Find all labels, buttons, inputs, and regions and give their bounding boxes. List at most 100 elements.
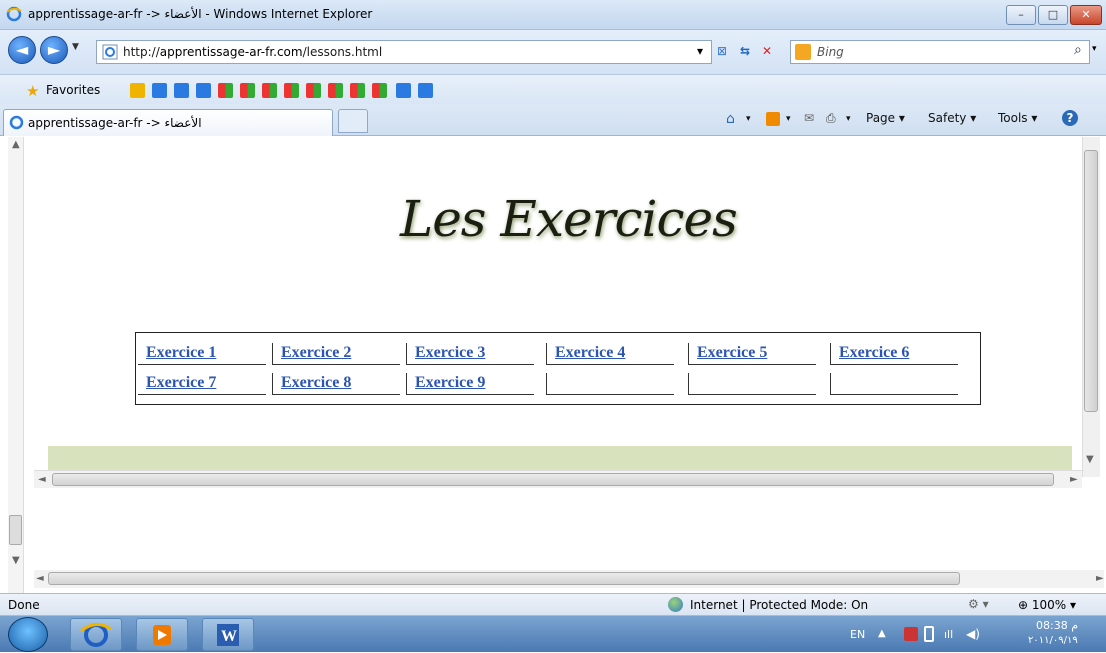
- frame-scroll-down-icon[interactable]: ▼: [1086, 454, 1094, 465]
- close-button[interactable]: ✕: [1070, 5, 1102, 25]
- tray-expand-icon[interactable]: ▲: [878, 628, 886, 639]
- exercise-link-1[interactable]: Exercice 1: [138, 343, 266, 365]
- clock-time[interactable]: 08:38 م: [1036, 619, 1078, 632]
- tools-menu[interactable]: Tools ▾: [998, 111, 1037, 125]
- exercise-table: Exercice 1 Exercice 2 Exercice 3 Exercic…: [135, 332, 981, 405]
- google-favorite-icon[interactable]: [218, 83, 233, 98]
- internet-zone-icon: [668, 597, 683, 612]
- google-favorite-icon[interactable]: [240, 83, 255, 98]
- signal-icon[interactable]: ıll: [944, 628, 953, 641]
- ie-favorite-icon[interactable]: [418, 83, 433, 98]
- frame-vertical-thumb[interactable]: [1084, 150, 1098, 412]
- forward-button[interactable]: ►: [40, 36, 68, 64]
- add-favorite-icon[interactable]: [130, 83, 145, 98]
- zoom-value: 100%: [1031, 598, 1067, 612]
- scroll-up-icon[interactable]: ▲: [12, 139, 20, 150]
- footer-band: [48, 446, 1072, 470]
- navigation-bar: ◄ ► ▼ http://apprentissage-ar-fr.com/les…: [0, 30, 1106, 74]
- exercise-link-3[interactable]: Exercice 3: [406, 343, 534, 365]
- taskbar-media-player-button[interactable]: [136, 618, 188, 651]
- search-options-icon[interactable]: ▾: [1092, 44, 1097, 54]
- taskbar-ie-button[interactable]: [70, 618, 122, 651]
- protected-mode-icon[interactable]: ⚙ ▾: [968, 597, 989, 611]
- taskbar-word-button[interactable]: W: [202, 618, 254, 651]
- bing-icon: [795, 44, 811, 60]
- search-placeholder: Bing: [817, 45, 844, 59]
- empty-cell: [830, 373, 958, 395]
- google-favorite-icon[interactable]: [284, 83, 299, 98]
- search-icon[interactable]: ⌕: [1074, 42, 1082, 58]
- network-warning-icon[interactable]: [904, 627, 918, 641]
- new-tab-button[interactable]: [338, 109, 368, 133]
- battery-icon[interactable]: [924, 626, 934, 642]
- print-icon[interactable]: ⎙: [826, 111, 836, 126]
- print-dropdown-icon[interactable]: ▾: [846, 114, 851, 124]
- favorites-star-icon[interactable]: ★: [26, 82, 39, 100]
- exercise-link-7[interactable]: Exercice 7: [138, 373, 266, 395]
- back-button[interactable]: ◄: [8, 36, 36, 64]
- minimize-button[interactable]: –: [1006, 5, 1036, 25]
- address-bar[interactable]: http://apprentissage-ar-fr.com/lessons.h…: [96, 40, 712, 64]
- clock-date[interactable]: ٢٠١١/٠٩/١٩: [1028, 635, 1078, 646]
- refresh-icon[interactable]: ⇆: [735, 41, 755, 61]
- page-logo: Les Exercices: [400, 190, 738, 248]
- outer-scroll-right-icon[interactable]: ►: [1096, 573, 1104, 584]
- exercise-link-9[interactable]: Exercice 9: [406, 373, 534, 395]
- page-menu[interactable]: Page ▾: [866, 111, 905, 125]
- tab-current[interactable]: apprentissage-ar-fr -> الأعضاء: [3, 109, 333, 136]
- status-bar: Done Internet | Protected Mode: On ⚙ ▾ ⊕…: [0, 593, 1106, 615]
- outer-scroll-left-icon[interactable]: ◄: [36, 573, 44, 584]
- compatibility-view-icon[interactable]: ⊠: [712, 41, 732, 61]
- search-box[interactable]: Bing: [790, 40, 1090, 64]
- security-zone-label[interactable]: Internet | Protected Mode: On: [690, 598, 868, 612]
- address-url[interactable]: http://apprentissage-ar-fr.com/lessons.h…: [123, 45, 382, 59]
- volume-icon[interactable]: ◀): [966, 627, 980, 641]
- outer-horizontal-thumb[interactable]: [48, 572, 960, 585]
- ie-logo-icon: [6, 6, 22, 22]
- frame-scroll-left-icon[interactable]: ◄: [38, 474, 46, 485]
- tab-label: apprentissage-ar-fr -> الأعضاء: [28, 116, 202, 130]
- google-favorite-icon[interactable]: [372, 83, 387, 98]
- exercise-link-6[interactable]: Exercice 6: [830, 343, 958, 365]
- home-icon[interactable]: ⌂: [726, 111, 735, 127]
- scroll-down-icon[interactable]: ▼: [12, 555, 20, 566]
- zoom-level[interactable]: ⊕ 100% ▾: [1018, 598, 1076, 612]
- google-favorite-icon[interactable]: [262, 83, 277, 98]
- stop-icon[interactable]: ✕: [757, 41, 777, 61]
- language-indicator[interactable]: EN: [850, 628, 865, 641]
- favorites-button[interactable]: Favorites: [46, 83, 100, 97]
- start-button[interactable]: [8, 617, 48, 652]
- frame-scroll-right-icon[interactable]: ►: [1070, 474, 1078, 485]
- ie-favorite-icon[interactable]: [174, 83, 189, 98]
- ie-favorite-icon[interactable]: [396, 83, 411, 98]
- feeds-icon[interactable]: [766, 112, 780, 126]
- exercise-link-2[interactable]: Exercice 2: [272, 343, 400, 365]
- google-favorite-icon[interactable]: [306, 83, 321, 98]
- feeds-dropdown-icon[interactable]: ▾: [786, 114, 791, 124]
- ie-favorite-icon[interactable]: [152, 83, 167, 98]
- outer-vertical-scrollbar[interactable]: ▲ ▼: [8, 137, 24, 593]
- exercise-link-4[interactable]: Exercice 4: [546, 343, 674, 365]
- exercise-link-8[interactable]: Exercice 8: [272, 373, 400, 395]
- frame-horizontal-thumb[interactable]: [52, 473, 1054, 486]
- page-icon: [102, 44, 118, 60]
- safety-menu[interactable]: Safety ▾: [928, 111, 976, 125]
- help-icon[interactable]: ?: [1062, 110, 1078, 126]
- google-favorite-icon[interactable]: [328, 83, 343, 98]
- address-dropdown-icon[interactable]: ▾: [690, 41, 710, 61]
- exercise-link-5[interactable]: Exercice 5: [688, 343, 816, 365]
- home-dropdown-icon[interactable]: ▾: [746, 114, 751, 124]
- svg-text:W: W: [221, 628, 237, 645]
- url-domain: apprentissage-ar-fr.com: [159, 45, 303, 59]
- title-bar: apprentissage-ar-fr -> الأعضاء - Windows…: [0, 0, 1106, 30]
- ie-favorite-icon[interactable]: [196, 83, 211, 98]
- url-path: /lessons.html: [302, 45, 383, 59]
- taskbar: W EN ▲ ıll ◀) 08:38 م ٢٠١١/٠٩/١٩: [0, 615, 1106, 652]
- empty-cell: [546, 373, 674, 395]
- recent-pages-dropdown-icon[interactable]: ▼: [72, 42, 79, 52]
- mail-icon[interactable]: ✉: [804, 111, 814, 125]
- outer-vertical-thumb[interactable]: [9, 515, 22, 545]
- maximize-button[interactable]: □: [1038, 5, 1068, 25]
- empty-cell: [688, 373, 816, 395]
- google-favorite-icon[interactable]: [350, 83, 365, 98]
